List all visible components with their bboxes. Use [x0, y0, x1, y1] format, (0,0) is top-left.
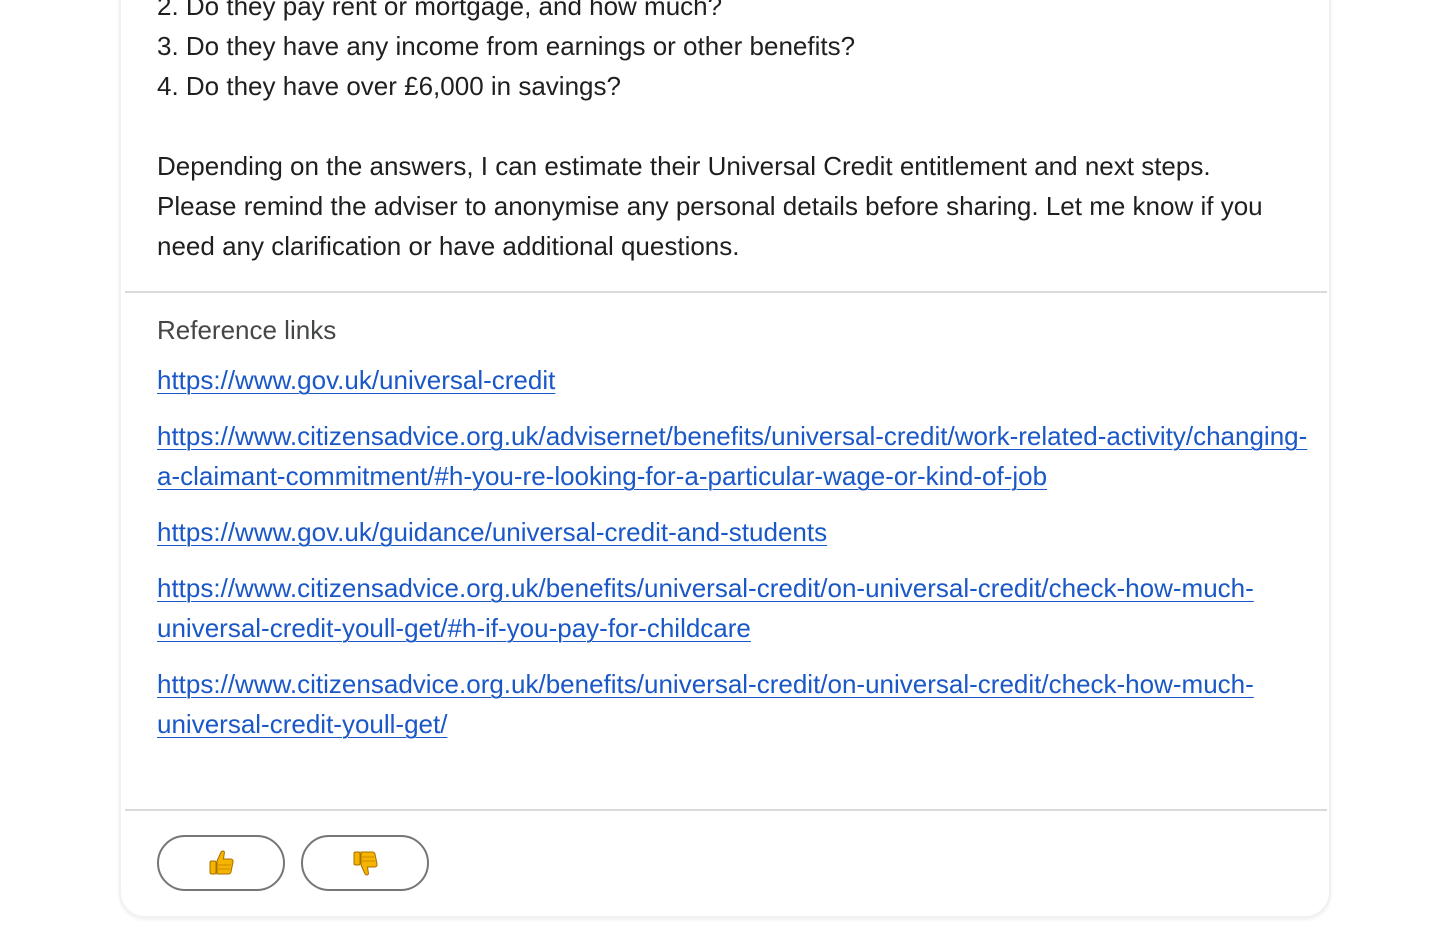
- thumbs-down-icon: [350, 848, 380, 878]
- response-card: 2. Do they pay rent or mortgage, and how…: [119, 0, 1331, 918]
- answer-list-item: 3. Do they have any income from earnings…: [157, 31, 856, 61]
- reference-links-title: Reference links: [157, 315, 337, 345]
- divider: [125, 809, 1327, 811]
- answer-text: 2. Do they pay rent or mortgage, and how…: [157, 0, 1297, 266]
- thumbs-down-button[interactable]: [301, 835, 429, 891]
- reference-links-section: Reference links https://www.gov.uk/unive…: [157, 310, 1317, 760]
- reference-link[interactable]: https://www.gov.uk/guidance/universal-cr…: [157, 512, 1317, 552]
- reference-link[interactable]: https://www.citizensadvice.org.uk/benefi…: [157, 568, 1317, 648]
- feedback-bar: [157, 835, 429, 891]
- divider: [125, 291, 1327, 293]
- answer-closing-paragraph: Depending on the answers, I can estimate…: [157, 151, 1263, 261]
- thumbs-up-icon: [206, 848, 236, 878]
- reference-link[interactable]: https://www.citizensadvice.org.uk/benefi…: [157, 664, 1317, 744]
- reference-link[interactable]: https://www.gov.uk/universal-credit: [157, 360, 1317, 400]
- thumbs-up-button[interactable]: [157, 835, 285, 891]
- answer-list-item: 4. Do they have over £6,000 in savings?: [157, 71, 621, 101]
- answer-list-item: 2. Do they pay rent or mortgage, and how…: [157, 0, 723, 21]
- reference-link[interactable]: https://www.citizensadvice.org.uk/advise…: [157, 416, 1317, 496]
